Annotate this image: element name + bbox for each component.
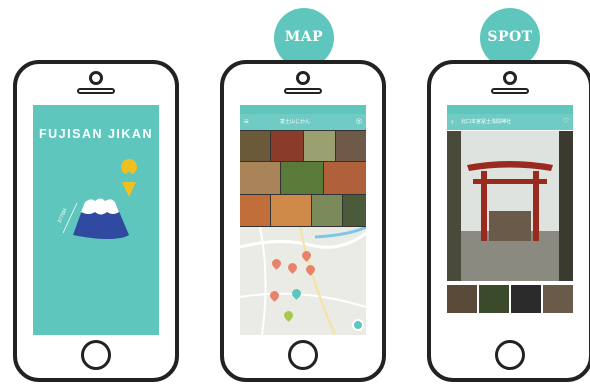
spot-photo[interactable] <box>240 162 280 194</box>
home-button[interactable] <box>81 340 111 370</box>
map-screen: ≡ 富士山じかん ◎ <box>240 105 366 335</box>
spot-photo[interactable] <box>336 131 366 161</box>
thumbnail[interactable] <box>511 285 541 313</box>
fuji-mountain-logo <box>62 159 138 239</box>
app-bar: ≡ 富士山じかん ◎ <box>240 114 366 130</box>
status-bar <box>240 105 366 114</box>
spot-photo[interactable] <box>281 162 323 194</box>
spot-badge: SPOT <box>480 8 540 68</box>
phone-spot: ‹ 北口本宮冨士浅間神社 ♡ <box>427 60 590 382</box>
map-badge: MAP <box>274 8 334 68</box>
current-location-icon[interactable] <box>352 319 364 331</box>
status-bar <box>447 105 573 114</box>
camera-dot <box>503 71 517 85</box>
spot-photo[interactable] <box>271 195 311 226</box>
heart-icon[interactable]: ♡ <box>563 114 569 130</box>
spot-screen: ‹ 北口本宮冨士浅間神社 ♡ <box>447 105 573 335</box>
home-screen: FUJISAN JIKAN 3776M <box>33 105 159 335</box>
thumbnail[interactable] <box>543 285 573 313</box>
map-view[interactable] <box>240 225 366 335</box>
speaker <box>77 88 115 94</box>
speaker <box>284 88 322 94</box>
phone-map: ≡ 富士山じかん ◎ <box>220 60 386 382</box>
thumbnail[interactable] <box>447 285 477 313</box>
spot-photo[interactable] <box>240 131 270 161</box>
spot-photo[interactable] <box>324 162 366 194</box>
map-badge-label: MAP <box>284 29 324 45</box>
location-icon[interactable]: ◎ <box>356 114 362 130</box>
spot-badge-label: SPOT <box>487 29 533 45</box>
thumbnail[interactable] <box>479 285 509 313</box>
back-icon[interactable]: ‹ <box>451 114 454 130</box>
camera-dot <box>89 71 103 85</box>
app-bar-title: 北口本宮冨士浅間神社 <box>461 119 512 125</box>
phone-home: FUJISAN JIKAN 3776M <box>13 60 179 382</box>
spot-photo[interactable] <box>271 131 303 161</box>
spot-photo[interactable] <box>312 195 342 226</box>
camera-dot <box>296 71 310 85</box>
home-button[interactable] <box>288 340 318 370</box>
torii-photo[interactable] <box>447 131 573 281</box>
home-button[interactable] <box>495 340 525 370</box>
map-roads <box>240 225 366 335</box>
speaker <box>491 88 529 94</box>
menu-icon[interactable]: ≡ <box>244 114 249 130</box>
app-bar: ‹ 北口本宮冨士浅間神社 ♡ <box>447 114 573 130</box>
app-bar-title: 富士山じかん <box>280 119 311 125</box>
spot-photo[interactable] <box>304 131 335 161</box>
spot-photo[interactable] <box>240 195 270 226</box>
spot-photo[interactable] <box>343 195 366 226</box>
